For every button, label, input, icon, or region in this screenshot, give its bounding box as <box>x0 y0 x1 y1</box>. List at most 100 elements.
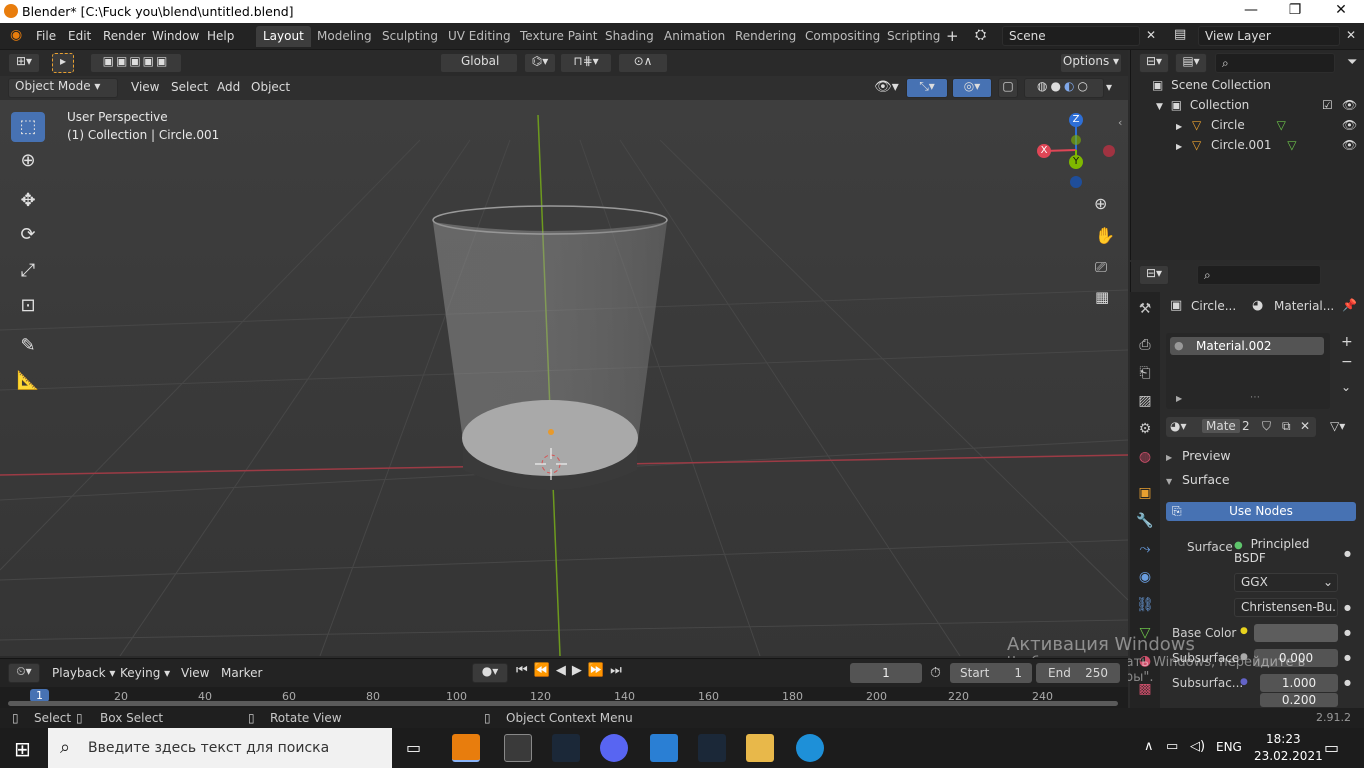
slot-specials-button[interactable]: ⌄ <box>1341 380 1351 394</box>
output-tab-icon[interactable]: ⎗ <box>1134 362 1156 384</box>
blender-menu-icon[interactable]: ◉ <box>10 27 22 43</box>
timeline-keying-menu[interactable]: Keying ▾ <box>120 666 170 680</box>
xray-toggle[interactable]: ▢ <box>998 78 1018 98</box>
properties-editor-type[interactable]: ⊟▾ <box>1139 265 1169 285</box>
pin-icon[interactable]: 📌 <box>1342 298 1357 312</box>
volume-icon[interactable]: ◁) <box>1190 739 1205 754</box>
collection-checkbox[interactable]: ☑ <box>1322 98 1333 112</box>
use-nodes-button[interactable]: ⎘ Use Nodes <box>1166 502 1356 521</box>
mesh-data-icon[interactable]: ▽ <box>1287 138 1296 152</box>
photos-taskbar-icon[interactable] <box>650 734 678 762</box>
particles-tab-icon[interactable]: ⤳ <box>1134 538 1156 560</box>
socket-dot-icon[interactable]: ● <box>1344 549 1351 558</box>
link-type-icon[interactable]: ▽▾ <box>1330 419 1345 433</box>
notifications-icon[interactable]: ▭ <box>1324 738 1339 757</box>
editor-type-button[interactable]: ⊞▾ <box>8 53 40 73</box>
surface-shader-field[interactable]: ● Principled BSDF <box>1234 537 1338 565</box>
steam-taskbar-icon[interactable] <box>552 734 580 762</box>
object-tab-icon[interactable]: ▣ <box>1134 482 1156 504</box>
start-frame-field[interactable]: Start 1 <box>950 663 1032 683</box>
subsurface-value-field[interactable]: 0.000 <box>1254 649 1338 667</box>
distribution-dropdown[interactable]: GGX ⌄ <box>1234 573 1338 592</box>
gizmo-x[interactable]: X <box>1037 144 1051 158</box>
timeline-marker-menu[interactable]: Marker <box>221 666 262 680</box>
vp-menu-add[interactable]: Add <box>217 80 240 94</box>
timeline-ruler[interactable]: 1 20 40 60 80 100 120 140 160 180 200 22… <box>0 687 1128 709</box>
outliner-display-mode[interactable]: ▤▾ <box>1175 53 1207 73</box>
timeline-view-menu[interactable]: View <box>181 666 209 680</box>
transform-tool-icon[interactable]: ⊡ <box>11 291 45 321</box>
gizmo-toggle[interactable]: ⤡▾ <box>906 78 948 98</box>
socket-dot-icon[interactable]: ● <box>1344 603 1351 612</box>
proportional-edit[interactable]: ⊙∧ <box>618 53 668 73</box>
modifier-tab-icon[interactable]: 🔧 <box>1134 510 1156 532</box>
scale-tool-icon[interactable]: ⤢ <box>11 256 45 286</box>
unity-taskbar-icon[interactable] <box>504 734 532 762</box>
gizmo-z[interactable]: Z <box>1069 113 1083 127</box>
subsurface-radius-y[interactable]: 0.200 <box>1260 693 1338 707</box>
add-workspace-button[interactable]: + <box>946 27 959 45</box>
surface-panel-header[interactable]: ▼ Surface <box>1166 472 1356 492</box>
camera-icon[interactable]: ⎚ <box>1095 258 1107 276</box>
expand-icon[interactable]: ▼ <box>1156 102 1163 112</box>
sidebar-toggle-icon[interactable]: ‹ <box>1118 116 1122 129</box>
cursor-tool-icon[interactable]: ⊕ <box>11 146 45 176</box>
language-indicator[interactable]: ENG <box>1216 740 1242 754</box>
material-name-field[interactable]: Mate <box>1202 419 1240 433</box>
tab-shading[interactable]: Shading <box>598 26 661 47</box>
edge-taskbar-icon[interactable] <box>796 734 824 762</box>
stopwatch-icon[interactable]: ⏱ <box>930 665 941 681</box>
circle001-visibility-icon[interactable]: 👁 <box>1342 138 1357 152</box>
menu-help[interactable]: Help <box>207 29 234 43</box>
vp-menu-select[interactable]: Select <box>171 80 208 94</box>
outliner-scene-collection[interactable]: ▣ Scene Collection <box>1152 78 1271 98</box>
add-slot-button[interactable]: + <box>1341 334 1353 350</box>
tab-layout[interactable]: Layout <box>256 26 311 47</box>
current-frame-field[interactable]: 1 <box>850 663 922 683</box>
view-layer-field[interactable]: View Layer <box>1198 26 1340 46</box>
shading-modes[interactable]: ◍●◐○ <box>1024 78 1104 98</box>
properties-search-input[interactable]: ⌕ <box>1197 265 1321 285</box>
task-view-icon[interactable]: ▭ <box>406 738 421 757</box>
outliner-search-input[interactable]: ⌕ <box>1215 53 1335 73</box>
outliner-collection[interactable]: ▼ ▣ Collection <box>1156 98 1249 118</box>
slot-expand-icon[interactable]: ▶ <box>1176 394 1182 403</box>
tab-modeling[interactable]: Modeling <box>310 26 379 47</box>
annotate-tool-icon[interactable]: ✎ <box>11 331 45 361</box>
timeline-editor-type[interactable]: ⏲▾ <box>8 663 40 683</box>
menu-window[interactable]: Window <box>152 29 199 43</box>
maximize-button[interactable]: ❐ <box>1280 2 1310 18</box>
pan-hand-icon[interactable]: ✋ <box>1095 226 1115 245</box>
menu-file[interactable]: File <box>36 29 56 43</box>
subsurface-radius-x[interactable]: 1.000 <box>1260 674 1338 692</box>
duplicate-material-icon[interactable]: ⧉ <box>1282 419 1291 434</box>
windows-start-icon[interactable]: ⊞ <box>14 737 31 761</box>
3d-viewport[interactable]: User Perspective (1) Collection | Circle… <box>0 100 1128 656</box>
gizmo-y[interactable]: Y <box>1069 155 1083 169</box>
material-datablock[interactable]: ◕▾ Mate 2 ⛉ ⧉ ✕ <box>1166 417 1316 437</box>
explorer-taskbar-icon[interactable] <box>746 734 774 762</box>
circle-visibility-icon[interactable]: 👁 <box>1342 118 1357 132</box>
tool-tab-icon[interactable]: ⚒ <box>1134 298 1156 320</box>
discord-taskbar-icon[interactable] <box>600 734 628 762</box>
vp-menu-object[interactable]: Object <box>251 80 290 94</box>
tab-sculpting[interactable]: Sculpting <box>375 26 445 47</box>
timeline-scrollbar[interactable] <box>8 701 1118 706</box>
vp-menu-view[interactable]: View <box>131 80 159 94</box>
menu-render[interactable]: Render <box>103 29 146 43</box>
tray-expand-icon[interactable]: ∧ <box>1144 739 1154 754</box>
expand-icon[interactable]: ▶ <box>1176 142 1182 151</box>
clock-time[interactable]: 18:23 <box>1266 732 1301 746</box>
steam2-taskbar-icon[interactable] <box>698 734 726 762</box>
expand-icon[interactable]: ▶ <box>1176 122 1182 131</box>
material-tab-icon[interactable]: ◕ <box>1134 650 1156 672</box>
constraints-tab-icon[interactable]: ⛓ <box>1134 594 1156 616</box>
measure-tool-icon[interactable]: 📐 <box>11 366 45 396</box>
outliner-editor-type[interactable]: ⊟▾ <box>1139 53 1169 73</box>
pivot-dropdown[interactable]: ⌬▾ <box>524 53 556 73</box>
keyframe-record-button[interactable]: ●▾ <box>472 663 508 683</box>
filter-icon[interactable]: ⏷ <box>1347 55 1357 70</box>
rotate-tool-icon[interactable]: ⟳ <box>11 220 45 250</box>
blender-taskbar-icon[interactable] <box>452 734 480 762</box>
world-tab-icon[interactable]: ◍ <box>1134 446 1156 468</box>
